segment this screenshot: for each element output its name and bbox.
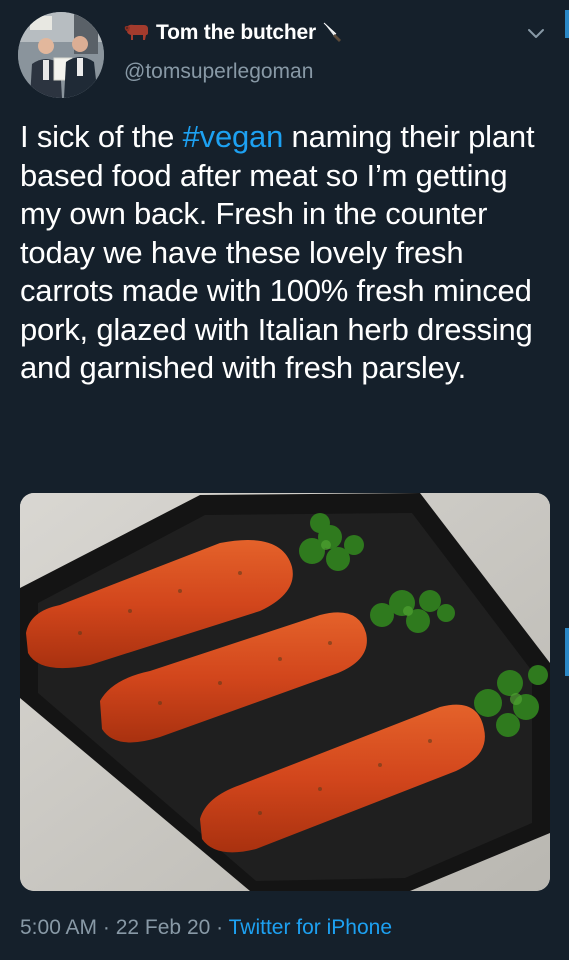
author-name-row[interactable]: Tom the butcher	[124, 18, 344, 48]
avatar-photo	[18, 12, 104, 98]
tweet-time[interactable]: 5:00 AM	[20, 916, 97, 939]
scroll-indicator	[565, 10, 569, 38]
tweet-text-body: naming their plant based food after meat…	[20, 119, 535, 385]
tweet-metadata: 5:00 AM · 22 Feb 20 · Twitter for iPhone	[20, 916, 392, 940]
tweet-date[interactable]: 22 Feb 20	[116, 916, 211, 939]
tweet-photo[interactable]	[20, 493, 550, 891]
tweet-photo-image	[20, 493, 550, 891]
author-handle[interactable]: @tomsuperlegoman	[124, 60, 313, 84]
tweet-source-link[interactable]: Twitter for iPhone	[229, 916, 392, 939]
chevron-down-icon[interactable]	[525, 22, 547, 44]
meta-separator: ·	[97, 916, 116, 939]
scroll-indicator-lower	[565, 628, 569, 676]
hashtag-link[interactable]: #vegan	[183, 119, 284, 154]
tweet-text-lead: I sick of the	[20, 119, 183, 154]
avatar[interactable]	[18, 12, 104, 98]
author-display-name[interactable]: Tom the butcher	[156, 21, 316, 45]
knife-emoji-icon	[322, 20, 344, 47]
tweet-text: I sick of the #vegan naming their plant …	[20, 118, 550, 388]
meta-separator-2: ·	[210, 916, 229, 939]
cow-emoji-icon	[124, 21, 150, 46]
